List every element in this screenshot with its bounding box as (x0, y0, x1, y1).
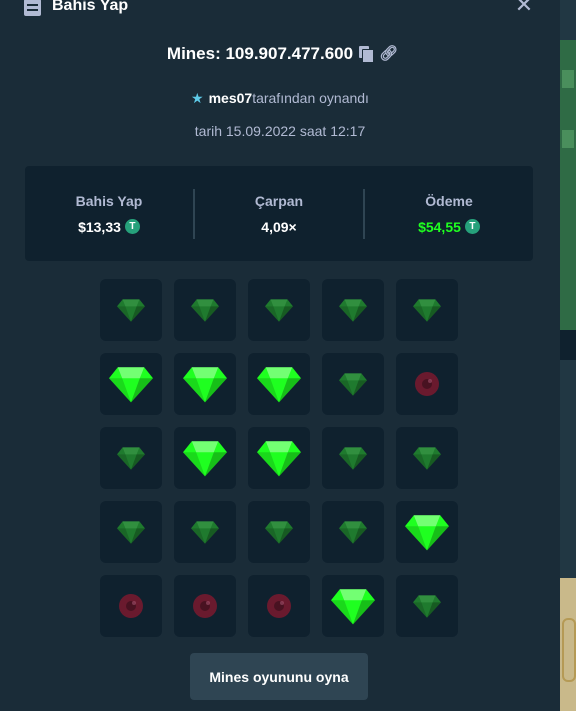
stat-payout: Ödeme $54,55 T (365, 193, 533, 235)
mines-tile (396, 427, 458, 489)
mines-tile (100, 501, 162, 563)
gem-icon (339, 520, 367, 544)
gem-icon (183, 365, 227, 403)
mines-tile (322, 353, 384, 415)
player-row: ★ mes07tarafından oynandı (0, 90, 560, 107)
gem-icon (331, 587, 375, 625)
background-green-panel (560, 40, 576, 330)
mines-grid (100, 279, 458, 637)
play-mines-button[interactable]: Mines oyununu oyna (190, 653, 368, 700)
stat-bet: Bahis Yap $13,33 T (25, 193, 193, 235)
stat-bet-value: $13,33 (78, 218, 121, 235)
close-icon[interactable]: ✕ (513, 0, 535, 16)
gem-icon (117, 298, 145, 322)
bet-slip-icon (24, 0, 41, 16)
stat-bet-label: Bahis Yap (75, 192, 143, 209)
game-id-row: Mines: 109.907.477.600 🔗︎ (0, 44, 560, 64)
mine-icon (117, 592, 145, 620)
gem-icon (339, 446, 367, 470)
mine-icon (265, 592, 293, 620)
mines-tile (174, 501, 236, 563)
mines-tile (396, 353, 458, 415)
mines-tile (248, 353, 310, 415)
modal-header: Bahis Yap ✕ (0, 0, 560, 22)
gem-icon (257, 365, 301, 403)
mines-tile (396, 501, 458, 563)
gem-icon (265, 298, 293, 322)
gem-icon (191, 298, 219, 322)
mines-tile (100, 279, 162, 341)
mines-tile (322, 501, 384, 563)
gem-icon (339, 372, 367, 396)
bet-date: tarih 15.09.2022 saat 12:17 (194, 123, 366, 139)
background-game-strip (560, 0, 576, 711)
mine-icon (413, 370, 441, 398)
played-by-text: tarafından oynandı (252, 90, 369, 106)
bet-detail-modal: Bahis Yap ✕ Mines: 109.907.477.600 🔗︎ ★ m… (0, 0, 560, 711)
tether-icon: T (124, 219, 140, 234)
stat-payout-label: Ödeme (425, 192, 473, 209)
modal-title: Bahis Yap (52, 0, 129, 14)
mines-tile (396, 279, 458, 341)
gem-icon (117, 520, 145, 544)
gem-icon (117, 446, 145, 470)
vip-star-icon: ★ (191, 90, 204, 106)
mine-icon (191, 592, 219, 620)
stats-panel: Bahis Yap $13,33 T Çarpan 4,09× Ödeme $5… (25, 166, 533, 261)
gem-icon (339, 298, 367, 322)
background-dark-band (560, 330, 576, 360)
stat-bet-value-row: $13,33 T (25, 219, 193, 235)
mines-tile (100, 575, 162, 637)
stat-multiplier: Çarpan 4,09× (195, 193, 363, 235)
tether-icon: T (464, 219, 480, 234)
mines-tile (174, 575, 236, 637)
gem-icon (183, 439, 227, 477)
gem-icon (191, 520, 219, 544)
player-name[interactable]: mes07 (209, 90, 253, 106)
gem-icon (257, 439, 301, 477)
stat-payout-value: $54,55 (418, 218, 461, 235)
mines-tile (248, 427, 310, 489)
mines-tile (174, 353, 236, 415)
mines-tile (100, 353, 162, 415)
mines-tile (174, 279, 236, 341)
mines-tile (322, 575, 384, 637)
mines-tile (248, 501, 310, 563)
background-tan-panel (560, 578, 576, 711)
stat-multiplier-label: Çarpan (254, 192, 304, 209)
game-title: Mines: 109.907.477.600 (166, 44, 354, 63)
stat-payout-value-row: $54,55 T (365, 219, 533, 235)
gem-icon (265, 520, 293, 544)
stat-multiplier-value: 4,09× (261, 218, 297, 235)
gem-icon (413, 446, 441, 470)
gem-icon (413, 594, 441, 618)
gem-icon (405, 513, 449, 551)
link-icon[interactable]: 🔗︎ (379, 46, 398, 62)
gem-icon (413, 298, 441, 322)
mines-tile (100, 427, 162, 489)
mines-tile (248, 575, 310, 637)
mines-tile (174, 427, 236, 489)
mines-tile (322, 427, 384, 489)
mines-tile (248, 279, 310, 341)
mines-tile (396, 575, 458, 637)
copy-icon[interactable] (359, 46, 375, 63)
gem-icon (109, 365, 153, 403)
mines-tile (322, 279, 384, 341)
